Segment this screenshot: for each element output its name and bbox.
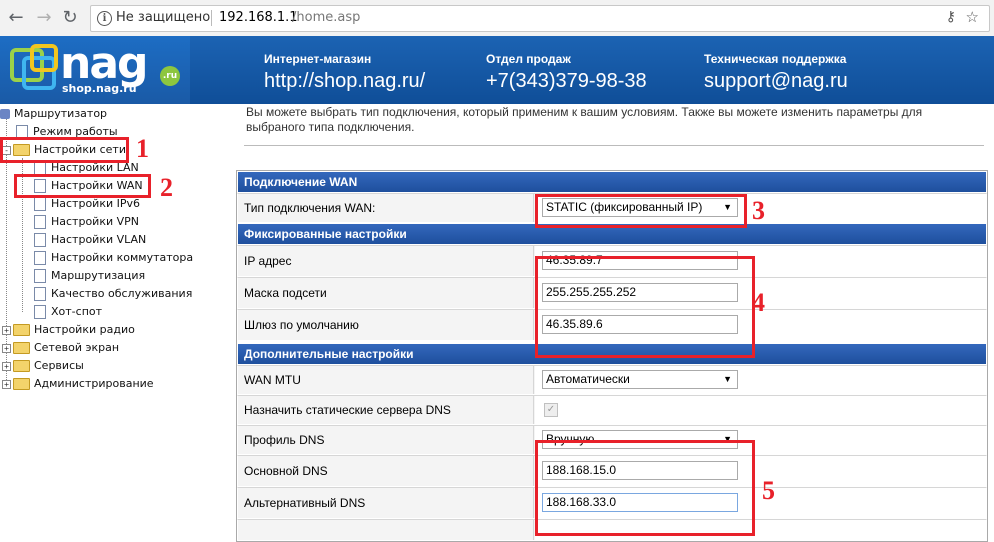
info-icon[interactable]: i [97,11,112,26]
mtu-select[interactable]: Автоматически ▼ [542,370,738,389]
tree-item-vpn[interactable]: Настройки VPN [34,214,139,230]
browser-toolbar: ← → ↻ i Не защищено 192.168.1.1 /home.as… [0,0,994,37]
dropdown-caret-icon: ▼ [723,374,732,384]
tree-item-firewall[interactable]: + Сетевой экран [2,340,119,356]
logo-ru-badge: .ru [160,66,180,86]
gateway-label: Шлюз по умолчанию [238,310,534,340]
tree-item-routing[interactable]: Маршрутизация [34,268,145,284]
shop-label: Интернет-магазин [264,52,372,66]
dns2-label: Альтернативный DNS [238,488,534,518]
nag-logo[interactable]: nag .ru shop.nag.ru [0,36,190,104]
reload-icon[interactable]: ↻ [60,8,80,28]
router-icon [0,109,10,119]
sales-phone: +7(343)379-98-38 [486,70,647,92]
support-label: Техническая поддержка [704,52,847,66]
page-icon [34,287,46,301]
url-host: 192.168.1.1 [219,10,298,25]
dns-profile-label: Профиль DNS [238,426,534,454]
annotation-number-1: 1 [136,134,149,163]
back-arrow-icon[interactable]: ← [6,8,26,28]
page-icon [34,197,46,211]
url-divider [211,10,212,26]
shop-link[interactable]: http://shop.nag.ru/ [264,70,425,93]
key-icon[interactable]: ⚷ [946,9,956,25]
main-content: Вы можете выбрать тип подключения, котор… [230,104,994,542]
annotation-number-4: 4 [752,288,765,317]
mask-label: Маска подсети [238,278,534,308]
tree-item-qos[interactable]: Качество обслуживания [34,286,192,302]
site-banner: nag .ru shop.nag.ru Интернет-магазин htt… [0,36,994,104]
intro-text: Вы можете выбрать тип подключения, котор… [246,105,923,134]
support-email[interactable]: support@nag.ru [704,70,848,93]
tree-item-admin[interactable]: + Администрирование [2,376,154,392]
page-icon [34,215,46,229]
expand-icon[interactable]: + [2,361,11,371]
annotation-number-2: 2 [160,173,173,202]
annotation-box-2 [14,174,151,198]
folder-icon [13,324,30,336]
connection-type-label: Тип подключения WAN: [238,194,534,222]
annotation-box-4 [535,256,755,358]
annotation-box-5 [535,440,755,536]
tree-item-vlan[interactable]: Настройки VLAN [34,232,146,248]
tree-item-ipv6[interactable]: Настройки IPv6 [34,196,140,212]
expand-icon[interactable]: + [2,325,11,335]
address-bar[interactable]: i Не защищено 192.168.1.1 /home.asp ⚷ ☆ [90,5,990,32]
bookmark-star-icon[interactable]: ☆ [966,8,979,26]
tree-item-switch[interactable]: Настройки коммутатора [34,250,193,266]
annotation-box-1 [0,137,129,163]
mtu-value: Автоматически [546,372,630,386]
folder-icon [13,378,30,390]
logo-site-text: shop.nag.ru [62,82,137,95]
security-label: Не защищено [116,10,211,25]
page-icon [34,269,46,283]
tree-item-services[interactable]: + Сервисы [2,358,84,374]
url-path: /home.asp [292,10,361,25]
annotation-number-3: 3 [752,196,765,225]
page-icon [34,251,46,265]
annotation-box-3 [535,194,747,228]
expand-icon[interactable]: + [2,343,11,353]
expand-icon[interactable]: + [2,379,11,389]
sales-label: Отдел продаж [486,52,571,66]
section-header-wan: Подключение WAN [237,171,987,193]
mtu-label: WAN MTU [238,366,534,394]
page-icon [34,233,46,247]
static-dns-checkbox[interactable]: ✓ [544,403,558,417]
navigation-tree: Маршрутизатор Режим работы - Настройки се… [0,104,230,542]
tree-item-hotspot[interactable]: Хот-спот [34,304,102,320]
folder-icon [13,360,30,372]
logo-square-yellow [30,44,58,72]
static-dns-label: Назначить статические сервера DNS [238,396,534,424]
folder-icon [13,342,30,354]
page-icon [34,305,46,319]
tree-root[interactable]: Маршрутизатор [0,106,107,122]
dns1-label: Основной DNS [238,456,534,486]
forward-arrow-icon[interactable]: → [34,8,54,28]
annotation-number-5: 5 [762,476,775,505]
mtu-cell: Автоматически ▼ [535,366,986,394]
next-row-label [238,520,534,540]
page-icon [34,161,46,175]
row-mtu: WAN MTU Автоматически ▼ [237,365,987,395]
row-static-dns: Назначить статические сервера DNS ✓ [237,395,987,425]
ip-label: IP адрес [238,246,534,276]
tree-item-radio[interactable]: + Настройки радио [2,322,135,338]
divider [244,145,984,146]
static-dns-cell: ✓ [535,396,986,424]
